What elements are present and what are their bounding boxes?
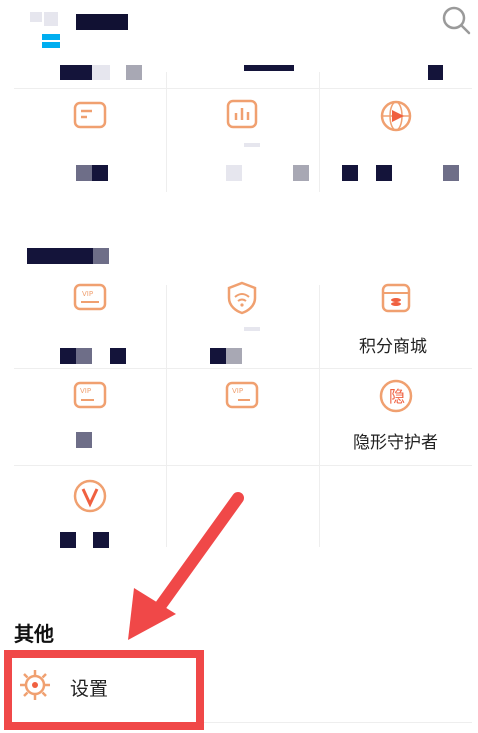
invisible-guardian-icon[interactable]: 隐 <box>378 378 414 414</box>
redacted-text <box>244 65 294 71</box>
svg-text:隐: 隐 <box>389 387 405 406</box>
points-mall-label[interactable]: 积分商城 <box>359 332 427 357</box>
top-bar <box>0 0 478 60</box>
invisible-guardian-label[interactable]: 隐形守护者 <box>353 428 438 453</box>
vip-card-month-icon[interactable]: VIP <box>224 378 260 414</box>
redacted-text <box>92 65 110 80</box>
highlight-box <box>4 650 204 730</box>
wifi-shield-icon[interactable] <box>224 280 260 316</box>
redacted-title <box>76 14 128 30</box>
app-logo <box>30 12 70 52</box>
app-screen: VIP 积分商城 VIP VIP 隐 隐形守护者 其他 设置 <box>0 0 478 733</box>
redacted-text <box>126 65 142 80</box>
section-title-other: 其他 <box>14 622 54 646</box>
search-icon[interactable] <box>440 4 472 36</box>
video-globe-icon[interactable] <box>378 98 414 134</box>
svg-text:VIP: VIP <box>80 387 91 395</box>
v-badge-icon[interactable] <box>72 478 108 514</box>
chart-icon[interactable] <box>224 98 260 134</box>
points-mall-icon[interactable] <box>378 280 414 316</box>
vip-card-icon[interactable]: VIP <box>72 280 108 316</box>
redacted-text <box>428 65 443 80</box>
svg-text:VIP: VIP <box>82 290 93 298</box>
redacted-text <box>60 65 92 80</box>
vip-card-3-icon[interactable]: VIP <box>72 378 108 414</box>
svg-text:VIP: VIP <box>232 387 243 395</box>
card-icon[interactable] <box>72 98 108 134</box>
redacted-section-title <box>27 248 93 264</box>
